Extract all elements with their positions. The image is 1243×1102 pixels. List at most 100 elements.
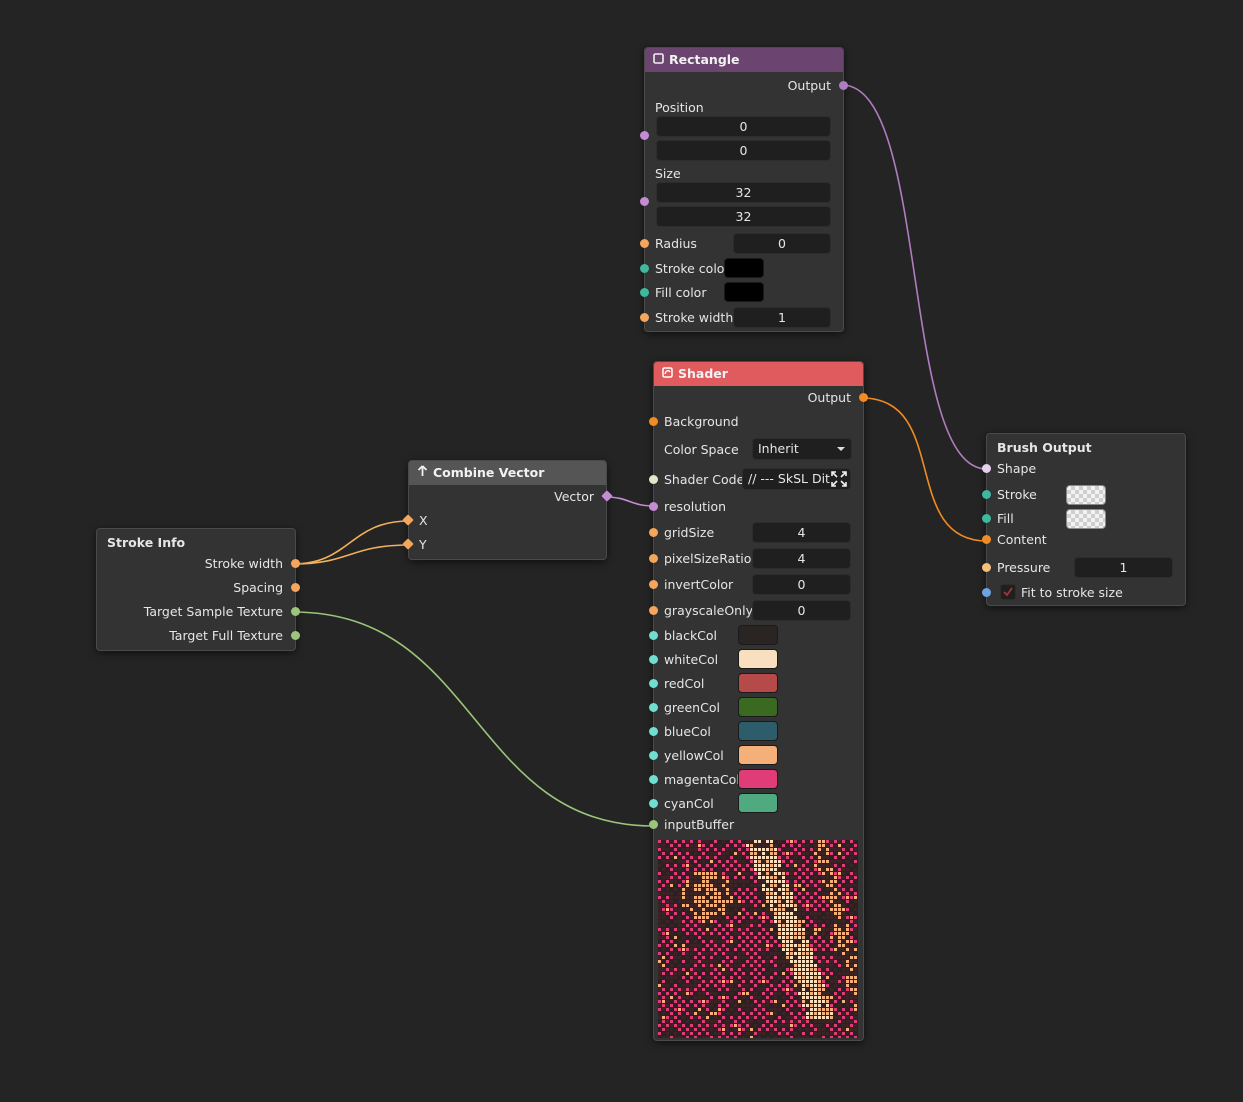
param-socket[interactable] xyxy=(649,553,658,563)
param-value-field[interactable]: 0 xyxy=(752,574,851,595)
resolution-label: resolution xyxy=(664,498,727,514)
fill-color-swatch[interactable] xyxy=(1066,509,1106,529)
param-socket[interactable] xyxy=(649,527,658,537)
color-param-label: yellowCol xyxy=(664,747,724,763)
shader-header: Shader xyxy=(654,362,863,386)
rectangle-node[interactable]: Rectangle Output Position 0 0 Size 32 32… xyxy=(640,47,848,332)
rectangle-output-socket[interactable] xyxy=(839,80,848,90)
shape-row: Shape xyxy=(982,458,1185,478)
fit-socket[interactable] xyxy=(982,587,991,597)
stroke-color-swatch[interactable] xyxy=(724,258,764,278)
resolution-socket[interactable] xyxy=(649,501,658,511)
size-height-field[interactable]: 32 xyxy=(656,206,831,227)
color-param-socket[interactable] xyxy=(649,750,658,760)
color-param-swatch[interactable] xyxy=(738,625,778,645)
color-param-swatch[interactable] xyxy=(738,745,778,765)
param-value-field[interactable]: 4 xyxy=(752,522,851,543)
stroke-info-node[interactable]: Stroke Info Stroke width Spacing Target … xyxy=(96,528,300,651)
color-space-value: Inherit xyxy=(758,441,799,456)
shader-output-socket[interactable] xyxy=(859,392,868,402)
param-socket[interactable] xyxy=(649,579,658,589)
radius-field[interactable]: 0 xyxy=(733,233,831,254)
output-label: Target Sample Texture xyxy=(143,603,283,619)
x-input-socket[interactable] xyxy=(402,514,414,526)
param-label: grayscaleOnly xyxy=(664,602,753,618)
color-param-swatch[interactable] xyxy=(738,721,778,741)
fill-socket[interactable] xyxy=(982,513,991,523)
size-width-field[interactable]: 32 xyxy=(656,182,831,203)
color-param-socket[interactable] xyxy=(649,678,658,688)
color-param-socket[interactable] xyxy=(649,726,658,736)
shader-code-label: Shader Code xyxy=(664,471,745,487)
color-param-label: blackCol xyxy=(664,627,718,643)
param-label: gridSize xyxy=(664,524,715,540)
stroke-color-socket[interactable] xyxy=(640,263,649,273)
color-param-swatch[interactable] xyxy=(738,769,778,789)
param-value-field[interactable]: 0 xyxy=(752,600,851,621)
background-row: Background xyxy=(649,411,863,431)
position-socket[interactable] xyxy=(640,131,649,140)
target-full-texture-socket[interactable] xyxy=(291,630,300,640)
color-param-socket[interactable] xyxy=(649,654,658,664)
color-param-socket[interactable] xyxy=(649,630,658,640)
fill-color-swatch[interactable] xyxy=(724,282,764,302)
stroke-info-output-target-sample: Target Sample Texture xyxy=(97,601,300,621)
stroke-width-label: Stroke width xyxy=(655,309,734,325)
target-sample-texture-socket[interactable] xyxy=(291,606,300,616)
brush-output-node[interactable]: Brush Output Shape Stroke Fill Content P… xyxy=(982,433,1186,606)
pressure-field[interactable]: 1 xyxy=(1074,557,1173,578)
shape-label: Shape xyxy=(997,460,1037,476)
stroke-width-socket[interactable] xyxy=(291,558,300,568)
output-label: Output xyxy=(807,389,851,405)
input-buffer-row: inputBuffer xyxy=(649,814,863,834)
position-x-field[interactable]: 0 xyxy=(656,116,831,137)
y-input-socket[interactable] xyxy=(402,538,414,550)
content-socket[interactable] xyxy=(982,534,991,544)
color-param-socket[interactable] xyxy=(649,702,658,712)
wire-shader-to-content xyxy=(861,397,988,542)
rectangle-header: Rectangle xyxy=(645,48,843,72)
background-socket[interactable] xyxy=(649,416,658,426)
color-param-swatch[interactable] xyxy=(738,649,778,669)
size-row: Size xyxy=(645,163,843,183)
size-label: Size xyxy=(655,165,681,181)
wire-vector-to-resolution xyxy=(604,496,655,507)
color-param-socket[interactable] xyxy=(649,774,658,784)
color-space-label: Color Space xyxy=(664,441,739,457)
shader-node[interactable]: Shader Output Background Color Space Inh… xyxy=(649,361,868,1041)
pressure-socket[interactable] xyxy=(982,562,991,572)
vector-output-socket[interactable] xyxy=(601,490,613,502)
radius-label: Radius xyxy=(655,235,697,251)
param-socket[interactable] xyxy=(649,605,658,615)
spacing-socket[interactable] xyxy=(291,582,300,592)
fill-label: Fill xyxy=(997,510,1014,526)
fill-color-socket[interactable] xyxy=(640,287,649,297)
shader-code-socket[interactable] xyxy=(649,474,658,484)
position-y-field[interactable]: 0 xyxy=(656,140,831,161)
shape-socket[interactable] xyxy=(982,463,991,473)
stroke-socket[interactable] xyxy=(982,489,991,499)
fit-checkbox[interactable] xyxy=(1000,584,1016,600)
color-param-swatch[interactable] xyxy=(738,793,778,813)
shader-title: Shader xyxy=(678,366,728,381)
color-param-swatch[interactable] xyxy=(738,673,778,693)
color-param-swatch[interactable] xyxy=(738,697,778,717)
radius-socket[interactable] xyxy=(640,238,649,248)
output-label: Target Full Texture xyxy=(169,627,283,643)
arrow-up-icon xyxy=(417,461,428,485)
expand-icon[interactable] xyxy=(830,470,848,489)
shader-code-field[interactable]: // --- SkSL Dith xyxy=(742,468,851,490)
wire-texture-to-inputbuffer xyxy=(292,611,655,827)
input-buffer-socket[interactable] xyxy=(649,819,658,829)
color-param-socket[interactable] xyxy=(649,798,658,808)
color-param-label: greenCol xyxy=(664,699,720,715)
color-space-dropdown[interactable]: Inherit xyxy=(752,438,852,460)
param-value-field[interactable]: 4 xyxy=(752,548,851,569)
stroke-color-label: Stroke colo xyxy=(655,260,725,276)
size-socket[interactable] xyxy=(640,197,649,206)
combine-vector-node[interactable]: Combine Vector Vector X Y xyxy=(402,460,613,560)
stroke-color-swatch[interactable] xyxy=(1066,485,1106,505)
stroke-width-socket[interactable] xyxy=(640,312,649,322)
stroke-width-field[interactable]: 1 xyxy=(733,307,831,328)
color-param-label: blueCol xyxy=(664,723,711,739)
